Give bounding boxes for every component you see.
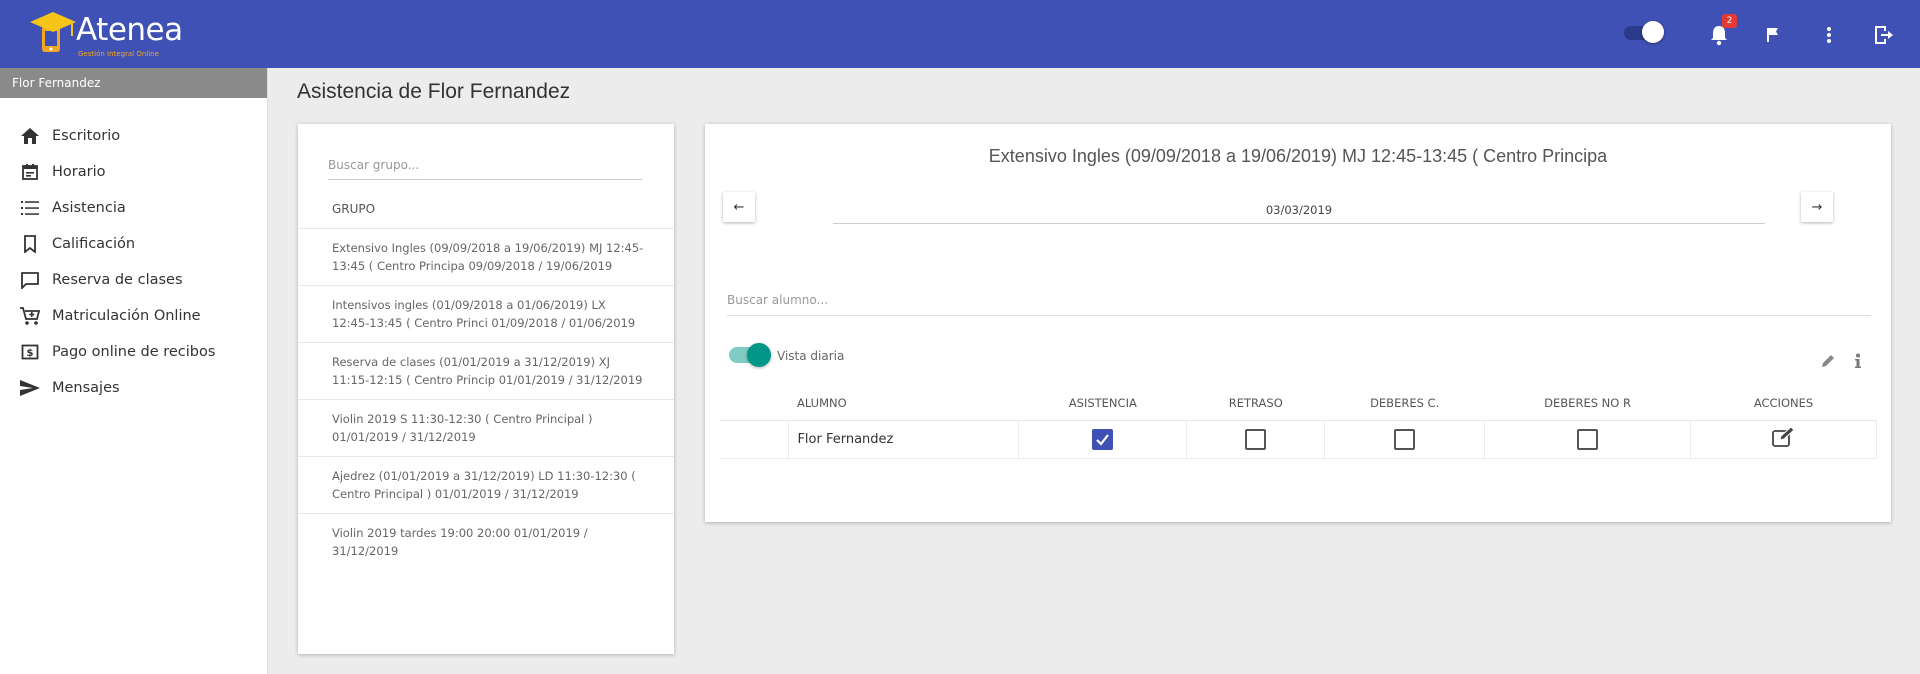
group-list-item[interactable]: Violin 2019 S 11:30-12:30 ( Centro Princ… <box>298 399 674 456</box>
app-logo[interactable]: Atenea Gestión Integral Online <box>28 10 183 60</box>
column-retraso: RETRASO <box>1186 386 1325 421</box>
check-icon <box>1096 433 1110 446</box>
sidebar-item-label: Horario <box>52 164 106 180</box>
group-list-item[interactable]: Intensivos ingles (01/09/2018 a 01/06/20… <box>298 285 674 342</box>
attendance-panel: Extensivo Ingles (09/09/2018 a 19/06/201… <box>705 124 1891 522</box>
table-row: Flor Fernandez <box>719 420 1877 459</box>
group-panel: GRUPO Extensivo Ingles (09/09/2018 a 19/… <box>298 124 674 654</box>
flag-icon <box>1767 28 1778 42</box>
sidebar-item-pago[interactable]: $ Pago online de recibos <box>0 334 267 370</box>
sidebar-item-label: Pago online de recibos <box>52 344 216 360</box>
group-list-item[interactable]: Ajedrez (01/01/2019 a 31/12/2019) LD 11:… <box>298 456 674 513</box>
graduation-cap-logo-icon <box>30 12 76 52</box>
more-vert-icon <box>1827 27 1831 43</box>
app-tagline: Gestión Integral Online <box>78 50 159 58</box>
list-icon <box>18 197 42 219</box>
pencil-icon <box>1822 355 1834 367</box>
deberes-no-r-checkbox[interactable] <box>1577 428 1599 450</box>
sidebar: Flor Fernandez Escritorio Horario Asiste… <box>0 68 268 674</box>
previous-date-button[interactable]: ← <box>723 192 755 222</box>
edit-all-button[interactable] <box>1819 352 1837 370</box>
deberes-c-checkbox[interactable] <box>1394 428 1416 450</box>
edit-icon <box>1771 426 1795 447</box>
logout-button[interactable] <box>1870 22 1896 48</box>
student-search-input[interactable] <box>727 284 1871 316</box>
sidebar-item-label: Calificación <box>52 236 136 252</box>
sidebar-item-label: Asistencia <box>52 200 126 216</box>
group-list: Extensivo Ingles (09/09/2018 a 19/06/201… <box>298 228 674 570</box>
home-icon <box>18 125 42 147</box>
column-alumno: ALUMNO <box>788 386 1019 421</box>
group-list-item[interactable]: Reserva de clases (01/01/2019 a 31/12/20… <box>298 342 674 399</box>
dollar-icon: $ <box>18 341 42 363</box>
group-column-header: GRUPO <box>332 202 376 216</box>
daily-view-label: Vista diaria <box>777 349 845 363</box>
sidebar-item-label: Matriculación Online <box>52 308 201 324</box>
bookmark-icon <box>18 233 42 255</box>
column-acciones: ACCIONES <box>1690 386 1877 421</box>
more-options-button[interactable] <box>1816 22 1842 48</box>
sidebar-item-reserva[interactable]: Reserva de clases <box>0 262 267 298</box>
theme-toggle[interactable] <box>1624 21 1664 43</box>
cart-icon <box>18 305 42 327</box>
exit-icon <box>1875 26 1893 44</box>
next-date-button[interactable]: → <box>1801 192 1833 222</box>
info-button[interactable] <box>1849 352 1867 370</box>
sidebar-user-name: Flor Fernandez <box>0 68 267 98</box>
top-bar: Atenea Gestión Integral Online 2 <box>0 0 1920 68</box>
column-asistencia: ASISTENCIA <box>1018 386 1187 421</box>
asistencia-checkbox[interactable] <box>1092 428 1114 450</box>
retraso-checkbox[interactable] <box>1245 428 1267 450</box>
attendance-table: ALUMNO ASISTENCIA RETRASO DEBERES C. DEB… <box>719 386 1877 459</box>
attendance-group-title: Extensivo Ingles (09/09/2018 a 19/06/201… <box>988 146 1608 166</box>
sidebar-item-asistencia[interactable]: Asistencia <box>0 190 267 226</box>
calendar-icon <box>18 161 42 183</box>
table-header-row: ALUMNO ASISTENCIA RETRASO DEBERES C. DEB… <box>719 386 1877 421</box>
notification-badge: 2 <box>1722 14 1737 28</box>
column-deberes-c: DEBERES C. <box>1324 386 1485 421</box>
svg-text:$: $ <box>27 348 34 359</box>
flag-button[interactable] <box>1760 22 1786 48</box>
sidebar-item-mensajes[interactable]: Mensajes <box>0 370 267 406</box>
group-list-item[interactable]: Extensivo Ingles (09/09/2018 a 19/06/201… <box>298 228 674 285</box>
app-name: Atenea <box>76 12 183 48</box>
sidebar-item-matriculacion[interactable]: Matriculación Online <box>0 298 267 334</box>
sidebar-item-label: Reserva de clases <box>52 272 183 288</box>
column-deberes-no-r: DEBERES NO R <box>1484 386 1691 421</box>
sidebar-item-horario[interactable]: Horario <box>0 154 267 190</box>
send-icon <box>18 377 42 399</box>
group-search-input[interactable] <box>328 150 642 180</box>
date-field[interactable]: 03/03/2019 <box>833 196 1765 224</box>
sidebar-item-label: Mensajes <box>52 380 120 396</box>
edit-row-button[interactable] <box>1771 426 1797 452</box>
sidebar-item-escritorio[interactable]: Escritorio <box>0 118 267 154</box>
group-list-item[interactable]: Violin 2019 tardes 19:00 20:00 01/01/201… <box>298 513 674 570</box>
chat-icon <box>18 269 42 291</box>
student-name: Flor Fernandez <box>788 420 1020 459</box>
page-title: Asistencia de Flor Fernandez <box>297 80 571 103</box>
sidebar-nav: Escritorio Horario Asistencia Calificaci… <box>0 118 267 406</box>
info-icon <box>1855 353 1861 368</box>
daily-view-toggle[interactable] <box>729 343 771 367</box>
sidebar-item-label: Escritorio <box>52 128 121 144</box>
sidebar-item-calificacion[interactable]: Calificación <box>0 226 267 262</box>
